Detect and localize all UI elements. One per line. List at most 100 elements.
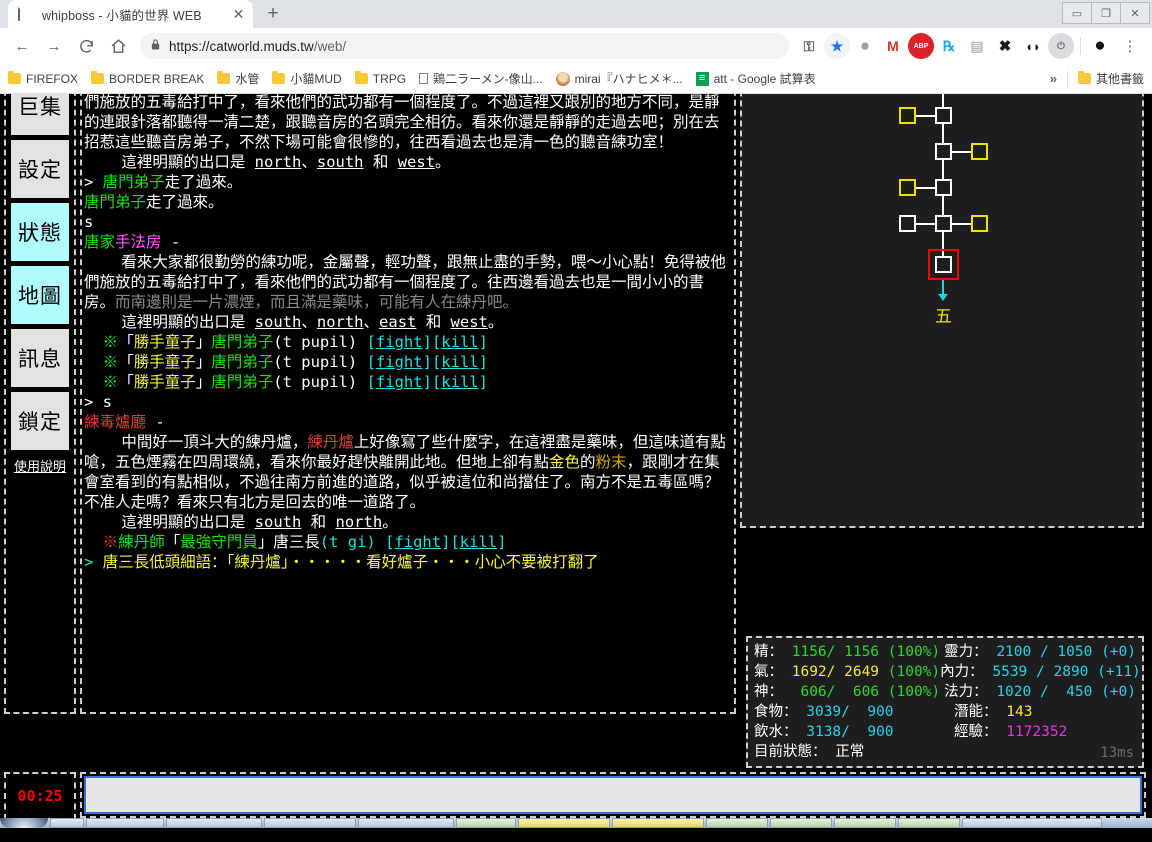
map-node[interactable] <box>935 179 952 196</box>
password-key-icon[interactable]: ⚿ <box>796 33 822 59</box>
browser-menu-icon[interactable]: ⋮ <box>1116 32 1144 60</box>
terminal-text: 走了過來。 <box>146 193 224 211</box>
terminal-link[interactable]: north <box>255 153 302 171</box>
terminal-link[interactable]: fight <box>376 333 423 351</box>
bookmark-star-icon[interactable]: ★ <box>824 33 850 59</box>
terminal-link[interactable]: south <box>317 153 364 171</box>
terminal-link[interactable]: kill <box>460 533 497 551</box>
address-bar[interactable]: https://catworld.muds.tw/web/ <box>140 33 789 59</box>
help-link[interactable]: 使用說明 <box>14 456 66 475</box>
avatar[interactable]: ● <box>1087 33 1113 59</box>
sidebar-item-map[interactable]: 地圖 <box>8 263 72 327</box>
taskbar-tray[interactable] <box>962 818 1102 828</box>
map-node[interactable] <box>971 215 988 232</box>
terminal-link[interactable]: fight <box>376 353 423 371</box>
taskbar-item[interactable] <box>770 818 832 828</box>
sidebar-item-macro[interactable]: 巨集 <box>8 94 72 138</box>
adblock-plus-icon[interactable]: ABP <box>908 33 934 59</box>
map-node-current[interactable] <box>935 256 952 273</box>
drop-icon[interactable]: ● <box>852 33 878 59</box>
taskbar-item[interactable] <box>456 818 516 828</box>
minimize-icon[interactable]: ▭ <box>1062 2 1092 24</box>
taskbar-item[interactable] <box>834 818 896 828</box>
bookmark-item[interactable]: BORDER BREAK <box>91 70 204 86</box>
map-node[interactable] <box>935 215 952 232</box>
mask-icon[interactable]: ◖◗ <box>1020 33 1046 59</box>
other-bookmarks-item[interactable]: 其他書籤 <box>1077 70 1144 87</box>
terminal-link[interactable]: north <box>336 513 383 531</box>
bookmark-item[interactable]: ≡ att - Google 試算表 <box>695 70 816 87</box>
close-icon[interactable]: ✕ <box>230 6 247 23</box>
bookmarks-overflow-icon[interactable]: » <box>1050 71 1057 86</box>
map-node[interactable] <box>935 143 952 160</box>
map-node[interactable] <box>899 179 916 196</box>
map-node[interactable] <box>971 143 988 160</box>
terminal-text: 勝手童子 <box>133 373 196 391</box>
bookmark-item[interactable]: TRPG <box>354 70 406 86</box>
sidebar-item-settings[interactable]: 設定 <box>8 137 72 201</box>
taskbar-item[interactable] <box>50 818 84 828</box>
bookmark-item[interactable]: 鶏二ラーメン-像山... <box>419 70 543 87</box>
terminal-link[interactable]: south <box>255 513 302 531</box>
url-host: https://catworld.muds.tw <box>169 38 314 54</box>
terminal-line: 看來大家都很勤勞的練功呢，金屬聲，輕功聲，跟無止盡的手勢，喂～小心點！免得被他們… <box>84 252 732 312</box>
taskbar-item[interactable] <box>612 818 704 828</box>
terminal-text: 「 <box>118 353 134 371</box>
terminal-text: - <box>146 413 165 431</box>
map-node[interactable] <box>899 215 916 232</box>
taskbar-item[interactable] <box>898 818 960 828</box>
terminal-link[interactable]: kill <box>441 333 478 351</box>
reload-icon[interactable] <box>72 32 100 60</box>
back-icon[interactable]: ← <box>8 32 36 60</box>
terminal-link[interactable]: west <box>451 313 488 331</box>
terminal-link[interactable]: west <box>398 153 435 171</box>
terminal-link[interactable]: south <box>255 313 302 331</box>
bookmark-item[interactable]: FIREFOX <box>8 70 78 86</box>
terminal-link[interactable]: east <box>379 313 416 331</box>
terminal-link[interactable]: kill <box>441 373 478 391</box>
taskbar-item[interactable] <box>86 818 164 828</box>
taskbar-item[interactable] <box>166 818 262 828</box>
terminal-link[interactable]: fight <box>394 533 441 551</box>
current-status-row: 目前狀態： 正常 <box>754 742 1136 762</box>
terminal-output[interactable]: 有些不肖門弟子忘恩又化你！唐門弟子走了過來。s唐家聽音房 - 看來大家都很勤勞的… <box>80 94 736 714</box>
terminal-text: s <box>84 213 94 231</box>
terminal-text: 這裡明顯的出口是 <box>84 513 255 531</box>
map-node[interactable] <box>935 107 952 124</box>
terminal-link[interactable]: north <box>317 313 364 331</box>
browser-tab[interactable]: whipboss - 小貓的世界 WEB ✕ <box>8 0 253 28</box>
terminal-link[interactable]: kill <box>441 353 478 371</box>
close-window-icon[interactable]: ✕ <box>1120 2 1150 24</box>
start-button-icon[interactable] <box>0 818 48 828</box>
taskbar-item[interactable] <box>706 818 768 828</box>
bookmark-item[interactable]: mirai『ハナヒメ＊... <box>555 70 683 87</box>
bookmark-item[interactable]: 小貓MUD <box>272 70 342 87</box>
maximize-icon[interactable]: ❐ <box>1091 2 1121 24</box>
map-node[interactable] <box>899 107 916 124</box>
terminal-line: 這裡明顯的出口是 south、north、east 和 west。 <box>84 312 732 332</box>
taskbar-item[interactable] <box>358 818 454 828</box>
sidebar-item-lock[interactable]: 鎖定 <box>8 389 72 453</box>
forward-icon[interactable]: → <box>40 32 68 60</box>
gmail-icon[interactable]: M <box>880 33 906 59</box>
terminal-link[interactable]: fight <box>376 373 423 391</box>
home-icon[interactable] <box>104 32 132 60</box>
terminal-text: ] <box>422 333 432 351</box>
new-tab-button[interactable]: + <box>259 0 287 28</box>
windows-taskbar[interactable] <box>0 818 1152 828</box>
bookmark-item[interactable]: 水管 <box>217 70 259 87</box>
rx-icon[interactable]: ℞ <box>936 33 962 59</box>
x-cross-icon[interactable]: ✖ <box>992 33 1018 59</box>
folder-icon <box>91 70 105 84</box>
command-input-wrapper <box>80 772 1146 818</box>
folder-icon <box>272 70 286 84</box>
taskbar-item[interactable] <box>518 818 610 828</box>
news-icon[interactable]: ▤ <box>964 33 990 59</box>
command-input[interactable] <box>84 776 1142 814</box>
sidebar-item-messages[interactable]: 訊息 <box>8 326 72 390</box>
power-icon[interactable]: ⏻ <box>1048 33 1074 59</box>
taskbar-item[interactable] <box>264 818 356 828</box>
map-canvas[interactable]: 五 <box>742 94 1142 524</box>
sidebar-item-status[interactable]: 狀態 <box>8 200 72 264</box>
stat-label: 潛能： <box>954 704 998 720</box>
